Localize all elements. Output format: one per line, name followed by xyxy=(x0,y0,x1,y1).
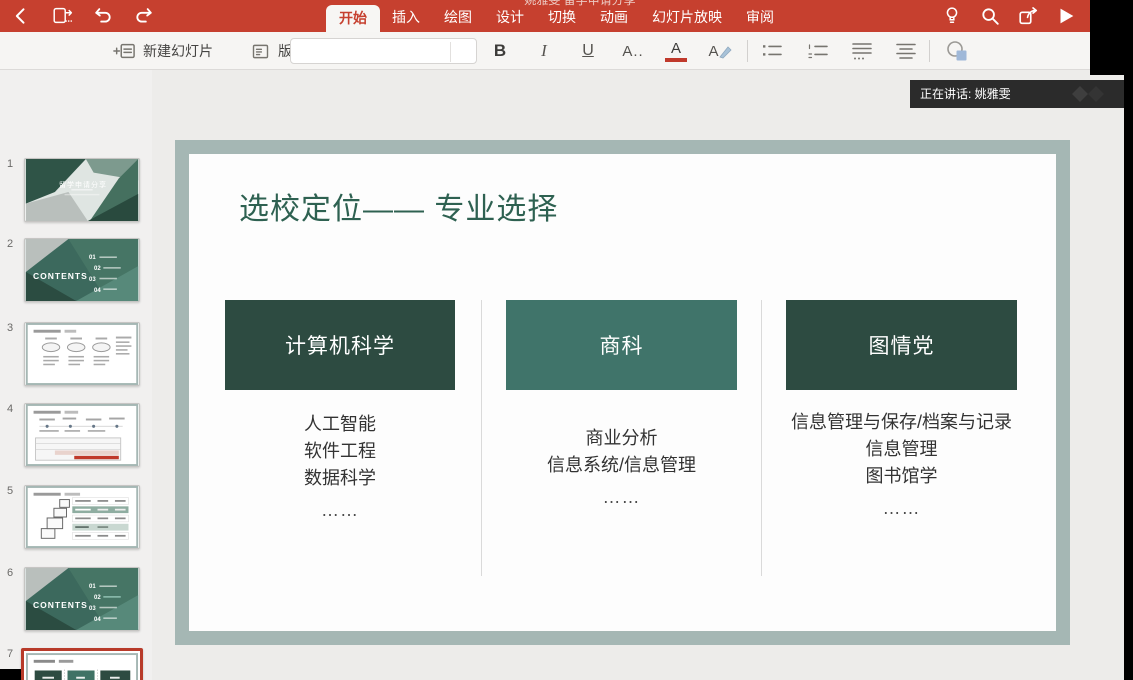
slide-thumbnail-panel: 1 2 3 4 5 6 7 8 留学申请分享 xyxy=(0,70,152,680)
list-library-info[interactable]: 信息管理与保存/档案与记录 信息管理 图书馆学 …… xyxy=(786,409,1017,522)
slide-thumbnail-5[interactable] xyxy=(24,485,140,549)
slide-thumbnail-1[interactable]: 留学申请分享 xyxy=(24,158,140,222)
slide-thumbnail-6[interactable]: CONTENTS 01020304 xyxy=(24,567,140,631)
new-slide-label: 新建幻灯片 xyxy=(143,41,213,61)
toolbar-divider xyxy=(929,40,930,62)
slide-thumbnail-7-selected[interactable] xyxy=(21,648,143,680)
font-formatting-button[interactable]: A.. xyxy=(616,32,650,70)
toolbar-divider xyxy=(747,40,748,62)
align-button[interactable] xyxy=(892,32,920,70)
file-export-icon[interactable] xyxy=(51,5,73,27)
font-color-button[interactable]: A xyxy=(662,32,690,70)
slide-thumbnail-4[interactable] xyxy=(24,403,140,467)
thumbnail-toc: 01020304 xyxy=(89,582,137,626)
thumbnail-title: 留学申请分享 xyxy=(25,180,140,190)
pen-icon xyxy=(718,43,734,59)
speaking-banner: 正在讲话: 姚雅雯 xyxy=(910,80,1124,108)
slide-thumbnail-3[interactable] xyxy=(24,322,140,386)
editing-canvas: 选校定位—— 专业选择 计算机科学 商科 图情党 人工智能 软件工程 数据科学 … xyxy=(152,70,1124,680)
tab-slideshow[interactable]: 幻灯片放映 xyxy=(640,2,734,32)
slide-title-textbox[interactable]: 选校定位—— 专业选择 xyxy=(239,184,558,228)
slide-number: 5 xyxy=(7,485,21,497)
black-strip-right xyxy=(1124,0,1133,680)
thumbnail-toc: 01020304 xyxy=(89,253,137,297)
thumbnail-art xyxy=(26,653,138,680)
powerpoint-app: 姚雅雯 留学申请分享 开始 插入 绘图 设计 切换 动画 幻灯片放映 审阅 xyxy=(0,0,1133,680)
tab-insert[interactable]: 插入 xyxy=(380,2,432,32)
tab-design[interactable]: 设计 xyxy=(484,2,536,32)
play-icon[interactable] xyxy=(1054,4,1078,28)
column-divider xyxy=(481,300,482,576)
numbered-list-button[interactable] xyxy=(804,32,832,70)
tab-animations[interactable]: 动画 xyxy=(588,2,640,32)
underline-button[interactable]: U xyxy=(574,32,602,70)
column-divider xyxy=(761,300,762,576)
layout-icon xyxy=(250,41,271,62)
list-business[interactable]: 商业分析 信息系统/信息管理 …… xyxy=(506,425,737,511)
font-color-swatch xyxy=(665,58,687,62)
black-corner-bottomleft xyxy=(0,669,21,680)
formatting-toolbar: 新建幻灯片 版式 B I U A.. A A xyxy=(0,32,1090,70)
thumbnail-art xyxy=(25,404,139,466)
new-slide-button[interactable]: 新建幻灯片 xyxy=(112,32,213,70)
slide-number: 4 xyxy=(7,403,21,415)
tab-home[interactable]: 开始 xyxy=(326,5,380,32)
thumbnail-art xyxy=(25,486,139,548)
slide-number: 3 xyxy=(7,322,21,334)
slide-number: 1 xyxy=(7,158,21,170)
bold-label: B xyxy=(494,41,506,61)
shapes-button[interactable] xyxy=(940,32,974,70)
line-spacing-button[interactable] xyxy=(848,32,876,70)
redo-icon[interactable] xyxy=(133,5,155,27)
tab-transitions[interactable]: 切换 xyxy=(536,2,588,32)
italic-label: I xyxy=(541,41,547,61)
tab-draw[interactable]: 绘图 xyxy=(432,2,484,32)
speaking-banner-text: 正在讲话: 姚雅雯 xyxy=(920,87,1011,101)
slide-number: 6 xyxy=(7,567,21,579)
thumbnail-title: CONTENTS xyxy=(33,600,88,610)
header-box-computer-science[interactable]: 计算机科学 xyxy=(225,300,455,390)
undo-icon[interactable] xyxy=(92,5,114,27)
text-effects-button[interactable]: A xyxy=(704,32,738,70)
bold-button[interactable]: B xyxy=(486,32,514,70)
slide-thumbnail-2[interactable]: CONTENTS 01020304 xyxy=(24,238,140,302)
current-slide[interactable]: 选校定位—— 专业选择 计算机科学 商科 图情党 人工智能 软件工程 数据科学 … xyxy=(189,154,1056,631)
lightbulb-icon[interactable] xyxy=(940,4,964,28)
header-box-business[interactable]: 商科 xyxy=(506,300,737,390)
list-computer-science[interactable]: 人工智能 软件工程 数据科学 …… xyxy=(225,411,455,524)
ribbon-tab-bar: 开始 插入 绘图 设计 切换 动画 幻灯片放映 审阅 xyxy=(326,0,786,32)
black-corner-topright xyxy=(1090,0,1124,75)
speaker-indicator-icon xyxy=(1068,84,1110,104)
new-slide-icon xyxy=(112,40,136,62)
italic-button[interactable]: I xyxy=(530,32,558,70)
thumbnail-art xyxy=(25,323,139,385)
underline-label: U xyxy=(582,42,594,60)
font-size-box[interactable] xyxy=(450,42,451,62)
share-icon[interactable] xyxy=(1016,4,1040,28)
title-ribbon: 姚雅雯 留学申请分享 开始 插入 绘图 设计 切换 动画 幻灯片放映 审阅 xyxy=(0,0,1090,32)
bullet-list-button[interactable] xyxy=(758,32,786,70)
font-color-label: A xyxy=(671,41,681,56)
font-formatting-label: A.. xyxy=(622,43,643,60)
slide-number: 7 xyxy=(7,648,21,660)
slide-number: 2 xyxy=(7,238,21,250)
tab-review[interactable]: 审阅 xyxy=(734,2,786,32)
thumbnail-art xyxy=(25,159,139,221)
header-box-library-info[interactable]: 图情党 xyxy=(786,300,1017,390)
slide-frame: 选校定位—— 专业选择 计算机科学 商科 图情党 人工智能 软件工程 数据科学 … xyxy=(175,140,1070,645)
search-icon[interactable] xyxy=(978,4,1002,28)
thumbnail-title: CONTENTS xyxy=(33,271,88,281)
font-name-box[interactable] xyxy=(290,38,477,64)
back-icon[interactable] xyxy=(10,5,32,27)
